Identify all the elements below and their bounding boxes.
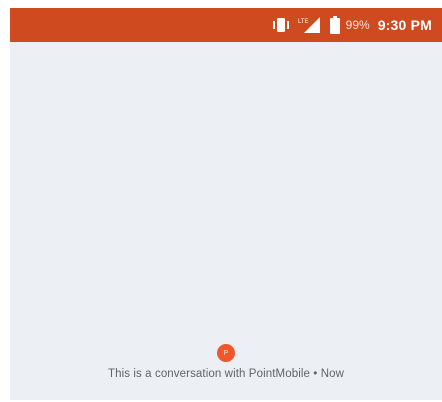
conversation-info: P This is a conversation with PointMobil… xyxy=(10,344,442,380)
vibrate-icon xyxy=(272,15,290,35)
signal-label: LTE xyxy=(298,19,309,25)
avatar[interactable]: P xyxy=(217,344,235,362)
app-screen: LTE 99% 9:30 PM P This is a conversation… xyxy=(10,8,442,400)
lte-signal-icon: LTE xyxy=(298,15,322,35)
status-bar: LTE 99% 9:30 PM xyxy=(10,8,442,42)
conversation-info-text: This is a conversation with PointMobile … xyxy=(107,368,345,380)
battery-icon xyxy=(329,15,340,35)
conversation-area[interactable]: P This is a conversation with PointMobil… xyxy=(10,42,442,400)
clock-time: 9:30 PM xyxy=(377,17,432,33)
battery-percent: 99% xyxy=(345,18,370,32)
